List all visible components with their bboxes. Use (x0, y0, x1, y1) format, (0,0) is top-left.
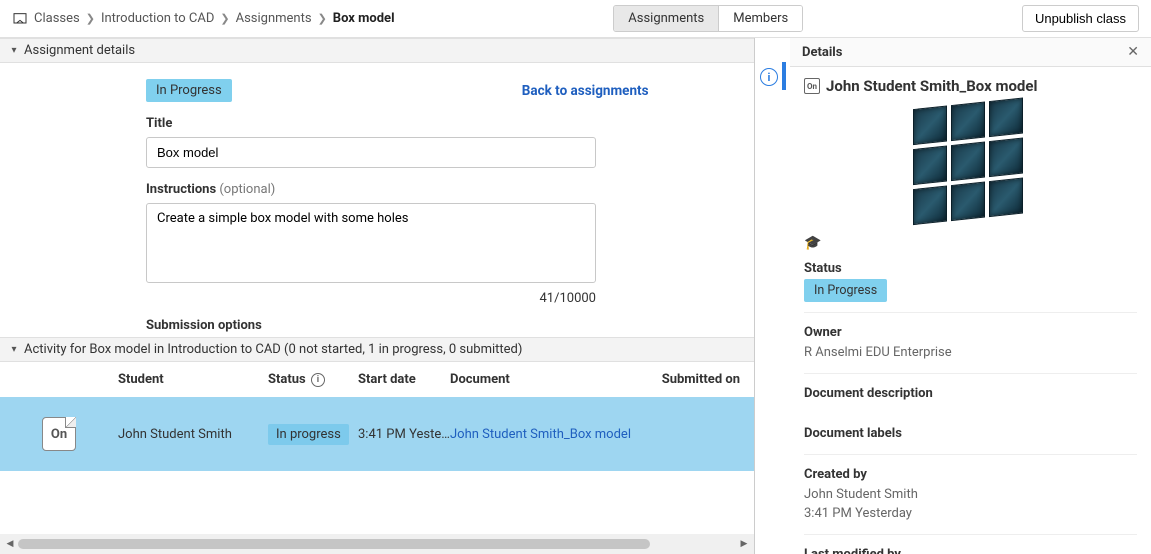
breadcrumb: Classes ❯ Introduction to CAD ❯ Assignme… (12, 11, 395, 27)
title-label: Title (146, 116, 596, 131)
chevron-right-icon: ❯ (86, 12, 95, 25)
doc-title-row: On John Student Smith_Box model (804, 77, 1137, 95)
active-indicator (782, 62, 786, 90)
graduation-cap-icon: 🎓 (804, 235, 1137, 251)
back-to-assignments-link[interactable]: Back to assignments (522, 83, 649, 99)
labels-label: Document labels (804, 426, 1137, 441)
title-input[interactable] (146, 137, 596, 168)
close-icon[interactable]: ✕ (1127, 44, 1139, 60)
char-count: 41/10000 (146, 291, 596, 306)
activity-body: Student Status i Start date Document Sub… (0, 362, 754, 554)
owner-value: R Anselmi EDU Enterprise (804, 343, 1137, 363)
classes-icon (12, 11, 28, 27)
tab-members[interactable]: Members (718, 6, 802, 31)
chevron-down-icon: ▾ (8, 45, 20, 56)
section-title: Assignment details (24, 43, 135, 58)
table-row[interactable]: On John Student Smith In progress 3:41 P… (0, 397, 754, 471)
breadcrumb-assignments[interactable]: Assignments (236, 11, 312, 26)
created-by-value: John Student Smith (804, 485, 1137, 505)
modified-by-label: Last modified by (804, 547, 1137, 554)
cell-start-date: 3:41 PM Yeste... (358, 427, 450, 442)
status-value-badge: In Progress (804, 279, 887, 302)
created-at-value: 3:41 PM Yesterday (804, 504, 1137, 524)
document-icon: On (42, 417, 76, 451)
header-submitted-on: Submitted on (640, 372, 754, 387)
instructions-textarea[interactable] (146, 203, 596, 283)
instructions-label: Instructions (optional) (146, 182, 596, 197)
scroll-right-arrow[interactable]: ▶ (736, 539, 752, 549)
cell-student: John Student Smith (118, 427, 268, 442)
owner-label: Owner (804, 325, 1137, 340)
breadcrumb-classes[interactable]: Classes (34, 11, 80, 26)
chevron-right-icon: ❯ (318, 12, 327, 25)
optional-text: (optional) (219, 182, 275, 197)
document-icon: On (804, 78, 820, 94)
assignment-details-body: In Progress Back to assignments Title In… (0, 63, 754, 337)
cell-status-badge: In progress (268, 424, 349, 445)
scroll-left-arrow[interactable]: ◀ (2, 539, 18, 549)
document-thumbnail (804, 103, 1137, 223)
header-start-date: Start date (358, 372, 450, 387)
header-document: Document (450, 372, 640, 387)
unpublish-button[interactable]: Unpublish class (1022, 5, 1139, 32)
header-student: Student (118, 372, 268, 387)
chevron-down-icon: ▾ (8, 344, 20, 355)
header-status: Status i (268, 372, 358, 387)
section-activity-header[interactable]: ▾ Activity for Box model in Introduction… (0, 337, 754, 362)
tab-assignments[interactable]: Assignments (614, 6, 718, 31)
table-header: Student Status i Start date Document Sub… (0, 362, 754, 397)
created-by-label: Created by (804, 467, 1137, 482)
horizontal-scrollbar[interactable]: ◀ ▶ (0, 534, 754, 554)
panel-title: Details (802, 45, 842, 60)
info-icon[interactable]: i (760, 68, 778, 86)
info-icon[interactable]: i (311, 373, 325, 387)
breadcrumb-current: Box model (333, 11, 395, 26)
status-badge: In Progress (146, 79, 232, 102)
page-tabs: Assignments Members (613, 5, 803, 32)
cell-document-link[interactable]: John Student Smith_Box model (450, 427, 631, 442)
breadcrumb-class[interactable]: Introduction to CAD (101, 11, 214, 26)
scroll-thumb[interactable] (18, 539, 650, 549)
submission-options-label: Submission options (146, 318, 596, 333)
status-label: Status (804, 261, 1137, 276)
top-bar: Classes ❯ Introduction to CAD ❯ Assignme… (0, 0, 1151, 38)
section-assignment-details-header[interactable]: ▾ Assignment details (0, 38, 754, 63)
section-title: Activity for Box model in Introduction t… (24, 342, 522, 357)
doc-title: John Student Smith_Box model (826, 77, 1037, 95)
description-label: Document description (804, 386, 1137, 401)
chevron-right-icon: ❯ (220, 12, 229, 25)
details-panel: Details ✕ On John Student Smith_Box mode… (790, 38, 1151, 554)
scroll-track[interactable] (18, 537, 736, 551)
